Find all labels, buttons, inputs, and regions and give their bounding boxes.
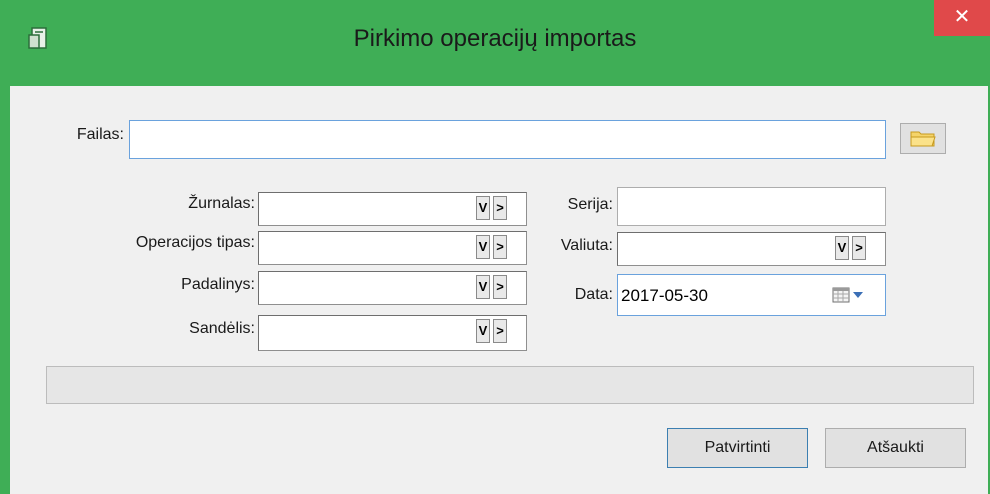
filter-icon[interactable]: V bbox=[476, 319, 490, 343]
serija-label: Serija: bbox=[567, 196, 613, 213]
folder-icon[interactable] bbox=[910, 129, 936, 147]
filter-icon[interactable]: V bbox=[835, 236, 849, 260]
file-path-input[interactable] bbox=[129, 120, 886, 159]
filter-icon[interactable]: V bbox=[476, 235, 490, 259]
browse-file-button[interactable] bbox=[900, 123, 946, 154]
cancel-button[interactable]: Atšaukti bbox=[825, 428, 966, 468]
confirm-button[interactable]: Patvirtinti bbox=[667, 428, 808, 468]
operacijos-tipas-label: Operacijos tipas: bbox=[135, 234, 255, 251]
next-icon[interactable]: > bbox=[493, 235, 507, 259]
valiuta-label: Valiuta: bbox=[560, 237, 613, 254]
calendar-icon[interactable] bbox=[832, 287, 850, 303]
next-icon[interactable]: > bbox=[493, 196, 507, 220]
padalinys-combo[interactable]: V > bbox=[258, 271, 527, 305]
close-button[interactable]: ✕ bbox=[934, 0, 990, 36]
sandelis-combo[interactable]: V > bbox=[258, 315, 527, 351]
date-value[interactable]: 2017-05-30 bbox=[621, 286, 708, 306]
progress-bar bbox=[46, 366, 974, 404]
valiuta-combo[interactable]: V > bbox=[617, 232, 886, 266]
close-icon[interactable]: ✕ bbox=[954, 6, 971, 28]
dialog-window: Pirkimo operacijų importas ✕ Failas: Žur… bbox=[0, 0, 990, 494]
window-title: Pirkimo operacijų importas bbox=[353, 25, 637, 52]
serija-input[interactable] bbox=[617, 187, 886, 226]
filter-icon[interactable]: V bbox=[476, 196, 490, 220]
operacijos-tipas-combo[interactable]: V > bbox=[258, 231, 527, 265]
file-label: Failas: bbox=[76, 126, 124, 143]
padalinys-label: Padalinys: bbox=[181, 276, 255, 293]
next-icon[interactable]: > bbox=[493, 275, 507, 299]
next-icon[interactable]: > bbox=[852, 236, 866, 260]
sandelis-label: Sandėlis: bbox=[189, 320, 255, 337]
date-picker[interactable]: 2017-05-30 bbox=[617, 274, 886, 316]
dropdown-arrow-icon[interactable] bbox=[852, 291, 864, 299]
filter-icon[interactable]: V bbox=[476, 275, 490, 299]
zurnalas-label: Žurnalas: bbox=[188, 195, 255, 212]
data-label: Data: bbox=[574, 286, 613, 303]
window-border-left bbox=[0, 0, 10, 494]
next-icon[interactable]: > bbox=[493, 319, 507, 343]
zurnalas-combo[interactable]: V > bbox=[258, 192, 527, 226]
